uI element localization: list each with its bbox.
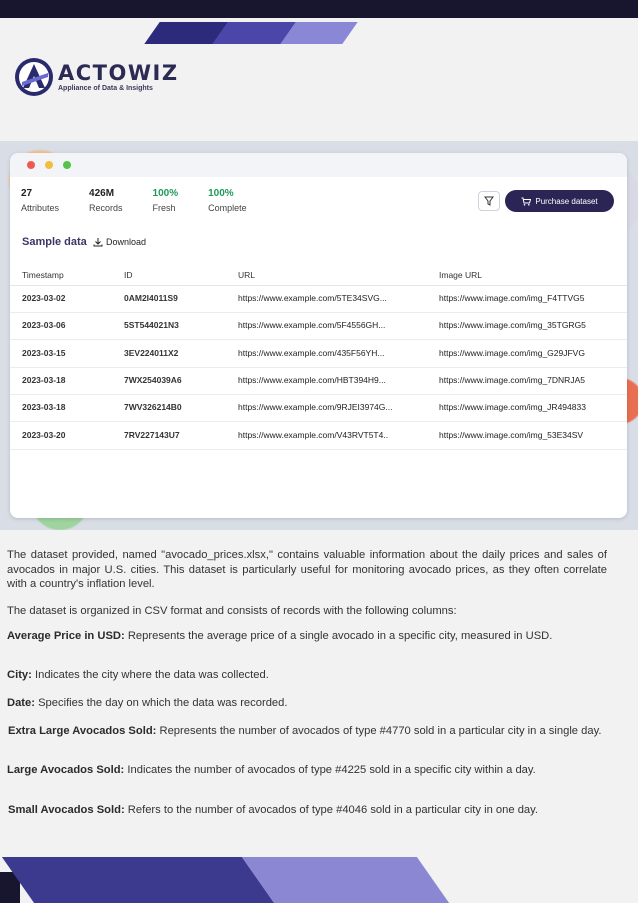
window-close-dot — [27, 161, 35, 169]
cell-url: https://www.example.com/V43RVT5T4.. — [238, 430, 389, 440]
stat-value: 426M — [89, 188, 115, 199]
top-banner-bar — [0, 0, 638, 18]
window-minimize-dot — [45, 161, 53, 169]
column-header-id: ID — [124, 270, 133, 280]
stat-value: 100% — [152, 188, 179, 199]
stat-value: 100% — [208, 188, 234, 199]
filter-icon — [484, 196, 494, 206]
download-label: Download — [106, 237, 147, 247]
field-label: City: — [7, 669, 32, 681]
cell-image-url: https://www.image.com/img_35TGRG5 — [439, 320, 586, 330]
field-label: Date: — [7, 697, 35, 709]
cell-timestamp: 2023-03-20 — [22, 430, 66, 440]
window-maximize-dot — [63, 161, 71, 169]
field-description: Represents the number of avocados of typ… — [156, 725, 602, 737]
top-banner-stripe — [280, 22, 358, 44]
cell-image-url: https://www.image.com/img_53E34SV — [439, 430, 584, 440]
cell-image-url: https://www.image.com/img_G29JFVG — [439, 348, 585, 358]
cell-id: 7RV227143U7 — [124, 430, 180, 440]
table-row: 2023-03-02 0AM2I4011S9 https://www.examp… — [10, 286, 627, 313]
field-description: Indicates the city where the data was co… — [31, 669, 269, 681]
field-large-sold: Large Avocados Sold: Indicates the numbe… — [7, 763, 607, 778]
cell-url: https://www.example.com/9RJEI3974G... — [238, 402, 393, 412]
field-label: Average Price in USD: — [7, 630, 125, 642]
cell-url: https://www.example.com/5F4556GH... — [238, 320, 386, 330]
stat-value: 27 — [21, 188, 33, 199]
cell-id: 0AM2I4011S9 — [124, 293, 178, 303]
cell-image-url: https://www.image.com/img_7DNRJA5 — [439, 375, 585, 385]
window-titlebar — [10, 153, 627, 177]
field-description: Represents the average price of a single… — [124, 630, 553, 642]
column-header-image-url: Image URL — [439, 270, 482, 280]
field-extra-large-sold: Extra Large Avocados Sold: Represents th… — [8, 724, 608, 739]
cell-timestamp: 2023-03-06 — [22, 320, 66, 330]
cell-id: 5ST544021N3 — [124, 320, 179, 330]
brand-tagline: Appliance of Data & Insights — [58, 85, 153, 92]
logo-mark-icon — [15, 58, 53, 96]
cell-url: https://www.example.com/HBT394H9... — [238, 375, 386, 385]
stat-fresh: 100% Fresh — [153, 188, 179, 213]
purchase-dataset-button[interactable]: Purchase dataset — [505, 190, 614, 212]
brand-name: ACTOWIZ — [58, 61, 179, 85]
field-average-price: Average Price in USD: Represents the ave… — [7, 629, 607, 644]
cart-icon — [521, 197, 532, 206]
field-city: City: Indicates the city where the data … — [7, 668, 607, 683]
bottom-banner-stripe — [241, 857, 450, 903]
brand-logo: ACTOWIZ Appliance of Data & Insights — [14, 57, 179, 97]
bottom-banner-stripe — [1, 857, 275, 903]
download-icon — [93, 238, 103, 247]
table-row: 2023-03-18 7WX254039A6 https://www.examp… — [10, 368, 627, 395]
cell-timestamp: 2023-03-15 — [22, 348, 66, 358]
table-row: 2023-03-15 3EV224011X2 https://www.examp… — [10, 341, 627, 368]
table-row: 2023-03-18 7WV326214B0 https://www.examp… — [10, 395, 627, 422]
cell-timestamp: 2023-03-18 — [22, 375, 66, 385]
intro-paragraph: The dataset provided, named "avocado_pri… — [7, 549, 607, 590]
filter-button[interactable] — [478, 191, 500, 211]
purchase-label: Purchase dataset — [535, 196, 598, 206]
cell-id: 3EV224011X2 — [124, 348, 179, 358]
stat-label: Complete — [208, 203, 247, 213]
field-date: Date: Specifies the day on which the dat… — [7, 696, 607, 711]
table-row: 2023-03-20 7RV227143U7 https://www.examp… — [10, 423, 627, 450]
download-link[interactable]: Download — [93, 237, 146, 247]
stat-attributes: 27 Attributes — [21, 188, 59, 213]
cell-image-url: https://www.image.com/img_F4TTVG5 — [439, 293, 585, 303]
column-header-url: URL — [238, 270, 256, 280]
stat-label: Records — [89, 203, 123, 213]
field-description: Indicates the number of avocados of type… — [124, 764, 536, 776]
field-small-sold: Small Avocados Sold: Refers to the numbe… — [8, 803, 608, 818]
column-header-timestamp: Timestamp — [22, 270, 64, 280]
cell-timestamp: 2023-03-02 — [22, 293, 66, 303]
stat-label: Fresh — [152, 203, 176, 213]
cell-id: 7WX254039A6 — [124, 375, 182, 385]
stat-complete: 100% Complete — [208, 188, 247, 213]
stat-label: Attributes — [21, 203, 60, 213]
cell-image-url: https://www.image.com/img_JR494833 — [439, 402, 586, 412]
cell-timestamp: 2023-03-18 — [22, 402, 66, 412]
sample-data-title: Sample data — [22, 236, 87, 248]
field-label: Large Avocados Sold: — [7, 764, 125, 776]
field-label: Small Avocados Sold: — [8, 804, 125, 816]
cell-id: 7WV326214B0 — [124, 402, 182, 412]
field-description: Refers to the number of avocados of type… — [124, 804, 539, 816]
cell-url: https://www.example.com/435F56YH... — [238, 348, 385, 358]
table-row: 2023-03-06 5ST544021N3 https://www.examp… — [10, 313, 627, 340]
dataset-stats: 27 Attributes 426M Records 100% Fresh 10… — [21, 188, 277, 213]
format-paragraph: The dataset is organized in CSV format a… — [7, 605, 457, 617]
field-description: Specifies the day on which the data was … — [34, 697, 288, 709]
stat-records: 426M Records — [89, 188, 123, 213]
table-header: Timestamp ID URL Image URL — [10, 266, 627, 286]
dataset-window: 27 Attributes 426M Records 100% Fresh 10… — [10, 153, 627, 518]
cell-url: https://www.example.com/5TE34SVG... — [238, 293, 387, 303]
field-label: Extra Large Avocados Sold: — [8, 725, 157, 737]
